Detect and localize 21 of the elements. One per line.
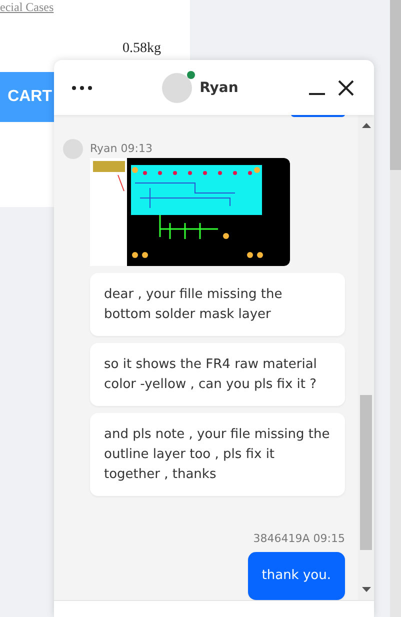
message-bubble: thank you. — [248, 552, 345, 600]
contact-name: Ryan — [200, 80, 238, 96]
special-cases-link[interactable]: ecial Cases — [0, 0, 190, 15]
message-bubble: dear , your fille missing the bottom solder mask layer — [90, 273, 345, 336]
close-icon[interactable] — [338, 80, 354, 96]
add-to-cart-button[interactable]: CART — [0, 72, 54, 122]
message-bubble: and pls note , your file missing the outline layer too , pls fix it together , thanks — [90, 413, 345, 496]
avatar — [63, 139, 83, 159]
more-icon[interactable] — [72, 86, 92, 90]
message-input-area[interactable] — [54, 600, 374, 617]
scrollbar-thumb[interactable] — [390, 0, 401, 170]
chat-scrollbar[interactable] — [358, 115, 374, 600]
message-meta: 3846419A 09:15 — [253, 532, 345, 545]
scroll-up-icon[interactable] — [362, 123, 370, 128]
scroll-down-icon[interactable] — [362, 587, 370, 592]
avatar — [162, 72, 192, 102]
weight-value: 0.58kg — [122, 41, 161, 57]
scrollbar-thumb[interactable] — [360, 395, 372, 550]
message-bubble: so it shows the FR4 raw material color -yellow , can you pls fix it ? — [90, 343, 345, 406]
page-scrollbar[interactable] — [390, 0, 401, 617]
message-meta: Ryan 09:13 — [90, 142, 152, 155]
